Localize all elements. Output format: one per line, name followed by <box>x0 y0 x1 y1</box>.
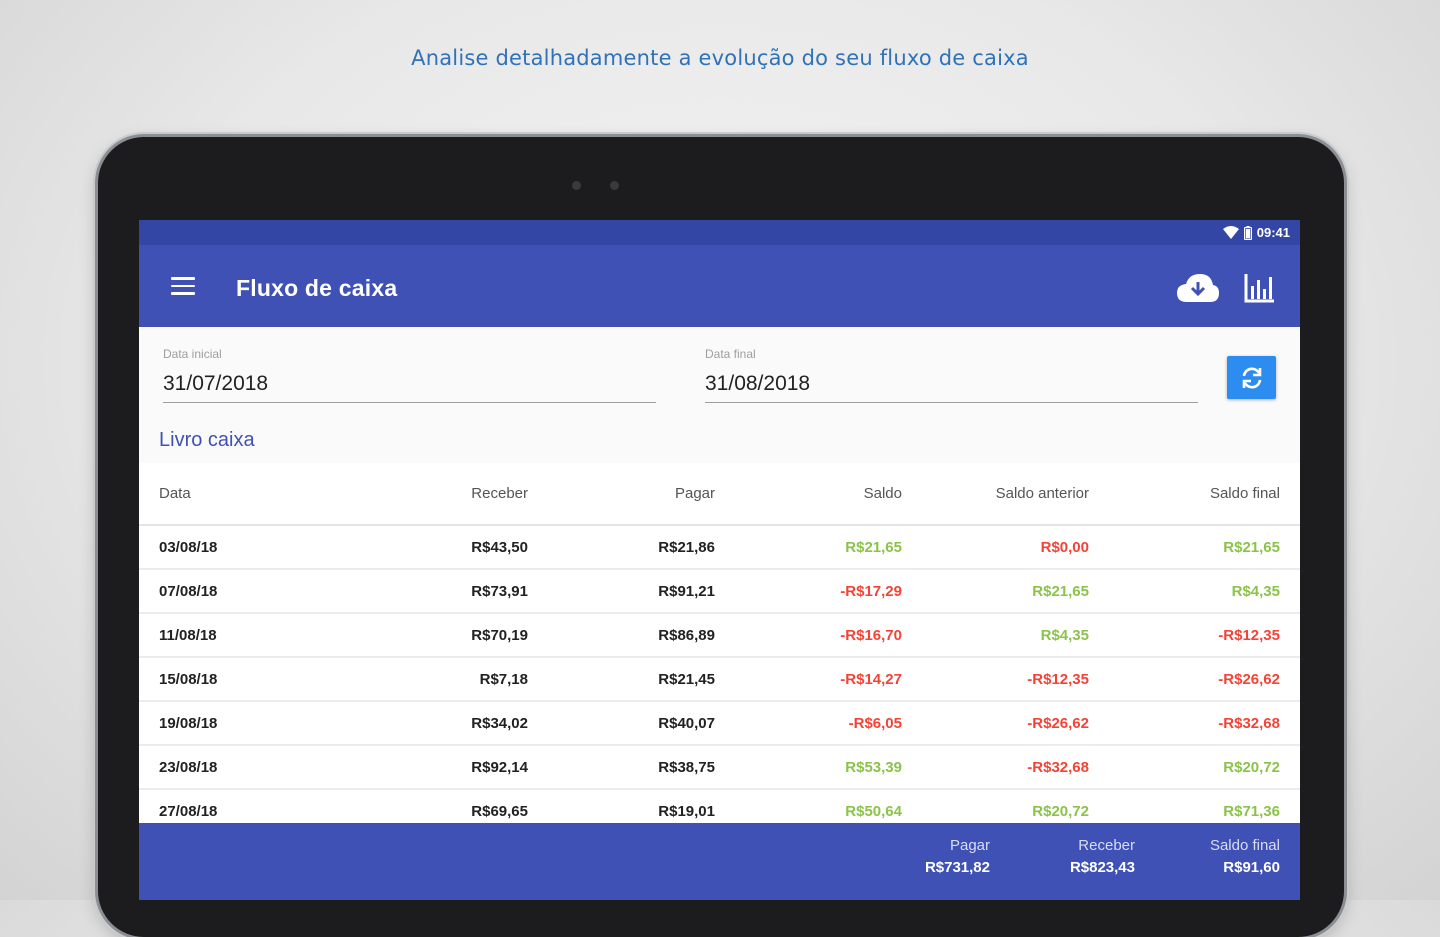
bar-chart-icon <box>1244 274 1274 303</box>
cell-saldo: R$53,39 <box>845 759 902 776</box>
header-data[interactable]: Data <box>159 485 191 502</box>
cell-date: 23/08/18 <box>159 759 218 776</box>
cash-book-table: Data Receber Pagar Saldo Saldo anterior … <box>139 463 1300 834</box>
table-row[interactable]: 11/08/18 R$70,19 R$86,89 -R$16,70 R$4,35 -R$1… <box>139 614 1300 658</box>
cell-saldo: -R$14,27 <box>840 671 902 688</box>
total-receber-label: Receber <box>1078 837 1135 854</box>
battery-icon <box>1243 225 1252 240</box>
table-row[interactable]: 15/08/18 R$7,18 R$21,45 -R$14,27 -R$12,35 -R$… <box>139 658 1300 702</box>
cell-saldo-final: -R$32,68 <box>1218 715 1280 732</box>
cell-saldo-anterior: -R$32,68 <box>1027 759 1089 776</box>
cell-date: 19/08/18 <box>159 715 218 732</box>
cell-receber: R$34,02 <box>471 715 528 732</box>
cell-saldo-final: R$4,35 <box>1231 583 1280 600</box>
wifi-icon <box>1222 226 1239 239</box>
cell-date: 27/08/18 <box>159 803 218 820</box>
cell-saldo-anterior: R$21,65 <box>1032 583 1089 600</box>
header-saldo[interactable]: Saldo <box>864 485 902 502</box>
cell-pagar: R$21,45 <box>658 671 715 688</box>
table-row[interactable]: 03/08/18 R$43,50 R$21,86 R$21,65 R$0,00 R$21,… <box>139 526 1300 570</box>
cell-pagar: R$86,89 <box>658 627 715 644</box>
app-bar: Fluxo de caixa <box>139 245 1300 327</box>
cell-saldo-final: -R$26,62 <box>1218 671 1280 688</box>
refresh-button[interactable] <box>1227 356 1276 399</box>
menu-icon <box>171 277 195 280</box>
cell-saldo: -R$6,05 <box>848 715 902 732</box>
bar-chart-button[interactable] <box>1243 272 1277 304</box>
app-screen: 09:41 Fluxo de caixa Data inicial 31/07/… <box>139 220 1300 900</box>
total-pagar-value: R$731,82 <box>924 859 990 876</box>
camera-dot <box>572 181 581 190</box>
start-date-label: Data inicial <box>163 347 222 361</box>
cell-saldo-final: R$20,72 <box>1223 759 1280 776</box>
table-row[interactable]: 23/08/18 R$92,14 R$38,75 R$53,39 -R$32,68 R$2… <box>139 746 1300 790</box>
menu-button[interactable] <box>171 277 195 295</box>
total-saldo-label: Saldo final <box>1209 837 1280 854</box>
totals-footer: Pagar R$731,82 Receber R$823,43 Saldo fi… <box>139 823 1300 900</box>
header-pagar[interactable]: Pagar <box>675 485 715 502</box>
camera-dot <box>610 181 619 190</box>
total-pagar: Pagar R$731,82 <box>925 837 990 876</box>
cell-receber: R$7,18 <box>479 671 528 688</box>
header-receber[interactable]: Receber <box>471 485 528 502</box>
total-saldo-value: R$91,60 <box>1223 859 1280 876</box>
table-header: Data Receber Pagar Saldo Saldo anterior … <box>139 463 1300 526</box>
start-date-input[interactable]: 31/07/2018 <box>163 372 656 403</box>
cell-pagar: R$38,75 <box>658 759 715 776</box>
app-title: Fluxo de caixa <box>236 275 398 301</box>
cell-saldo-final: R$71,36 <box>1223 803 1280 820</box>
cell-saldo: R$21,65 <box>845 539 902 556</box>
cell-saldo-final: -R$12,35 <box>1218 627 1280 644</box>
cell-saldo-final: R$21,65 <box>1223 539 1280 556</box>
cloud-download-button[interactable] <box>1176 272 1220 304</box>
cell-receber: R$92,14 <box>471 759 528 776</box>
table-body: 03/08/18 R$43,50 R$21,86 R$21,65 R$0,00 R$21,… <box>139 526 1300 834</box>
status-bar: 09:41 <box>139 220 1300 245</box>
cloud-download-icon <box>1177 274 1219 302</box>
start-date-field[interactable]: Data inicial 31/07/2018 <box>163 347 656 403</box>
cell-date: 03/08/18 <box>159 539 218 556</box>
cell-date: 15/08/18 <box>159 671 218 688</box>
cell-saldo-anterior: -R$12,35 <box>1027 671 1089 688</box>
cell-saldo: R$50,64 <box>845 803 902 820</box>
cell-saldo: -R$17,29 <box>840 583 902 600</box>
cell-receber: R$70,19 <box>471 627 528 644</box>
cell-date: 07/08/18 <box>159 583 218 600</box>
cell-pagar: R$19,01 <box>658 803 715 820</box>
cell-saldo: -R$16,70 <box>840 627 902 644</box>
total-receber-value: R$823,43 <box>1069 859 1135 876</box>
cell-pagar: R$91,21 <box>658 583 715 600</box>
header-saldo-anterior[interactable]: Saldo anterior <box>996 485 1089 502</box>
table-row[interactable]: 07/08/18 R$73,91 R$91,21 -R$17,29 R$21,65 R$4… <box>139 570 1300 614</box>
end-date-input[interactable]: 31/08/2018 <box>705 372 1198 403</box>
cell-receber: R$69,65 <box>471 803 528 820</box>
total-saldo-final: Saldo final R$91,60 <box>1210 837 1280 876</box>
cell-saldo-anterior: R$4,35 <box>1040 627 1089 644</box>
cell-receber: R$43,50 <box>471 539 528 556</box>
total-receber: Receber R$823,43 <box>1070 837 1135 876</box>
cell-pagar: R$40,07 <box>658 715 715 732</box>
section-title: Livro caixa <box>159 429 255 451</box>
cell-saldo-anterior: R$20,72 <box>1032 803 1089 820</box>
end-date-field[interactable]: Data final 31/08/2018 <box>705 347 1198 403</box>
cell-saldo-anterior: R$0,00 <box>1040 539 1089 556</box>
header-saldo-final[interactable]: Saldo final <box>1210 485 1280 502</box>
end-date-label: Data final <box>705 347 756 361</box>
marketing-headline: Analise detalhadamente a evolução do seu… <box>411 46 1029 70</box>
table-row[interactable]: 19/08/18 R$34,02 R$40,07 -R$6,05 -R$26,62 -R$… <box>139 702 1300 746</box>
cell-saldo-anterior: -R$26,62 <box>1027 715 1089 732</box>
cell-pagar: R$21,86 <box>658 539 715 556</box>
cell-date: 11/08/18 <box>159 627 217 644</box>
total-pagar-label: Pagar <box>949 837 990 854</box>
refresh-icon <box>1242 367 1261 388</box>
cell-receber: R$73,91 <box>471 583 528 600</box>
status-time: 09:41 <box>1256 225 1290 240</box>
